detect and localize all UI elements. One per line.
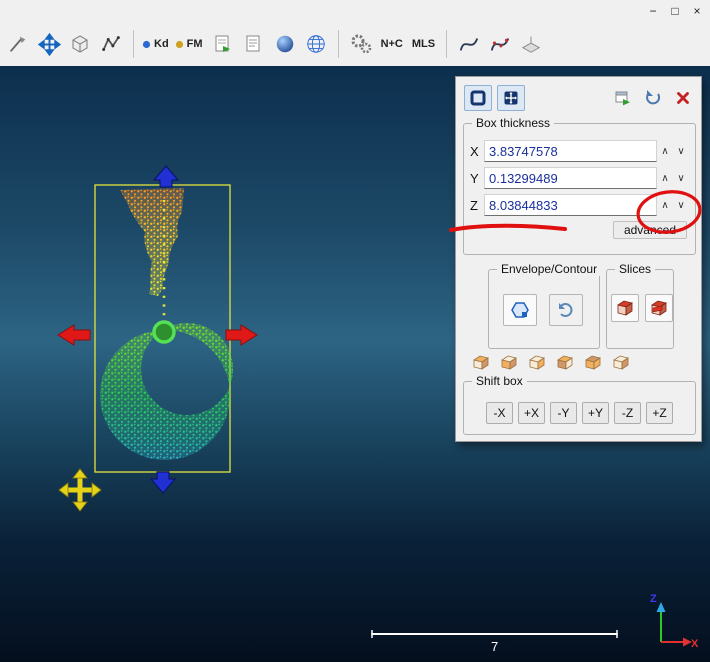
point-cloud-top-cluster xyxy=(120,188,184,296)
box-thickness-z-input[interactable] xyxy=(484,194,657,216)
axis-gizmo: Z X xyxy=(650,593,699,650)
export-doc-icon[interactable] xyxy=(209,28,237,60)
scale-bar-label: 7 xyxy=(491,639,498,654)
point-cloud-crescent xyxy=(100,323,233,460)
main-toolbar: Kd FM N+C MLS xyxy=(0,22,710,66)
view-preset-button-3[interactable] xyxy=(528,354,548,372)
slices-group: Slices xyxy=(606,269,674,349)
envelope-contour-group: Envelope/Contour xyxy=(488,269,600,349)
view-preset-button-2[interactable] xyxy=(500,354,520,372)
clear-contour-button[interactable] xyxy=(549,294,583,326)
panel-header-actions xyxy=(613,88,693,108)
normals-compute-icon[interactable]: N+C xyxy=(378,28,406,60)
application-window: − □ × Kd FM xyxy=(0,0,710,662)
thickness-row-z: Z ∧ ∨ xyxy=(470,193,689,217)
z-spin-down-button[interactable]: ∨ xyxy=(673,195,689,215)
toolbar-separator xyxy=(133,30,134,58)
extract-multiple-slices-button[interactable] xyxy=(645,294,673,322)
scale-bar: 7 xyxy=(372,630,617,654)
shift-minus-z-button[interactable]: -Z xyxy=(614,402,641,424)
advanced-button[interactable]: advanced xyxy=(613,221,687,239)
shift-box-group: Shift box -X +X -Y +Y -Z +Z xyxy=(463,381,696,435)
shift-plus-y-button[interactable]: +Y xyxy=(582,402,609,424)
z-axis-label: Z xyxy=(470,198,484,213)
gears-icon[interactable] xyxy=(347,28,375,60)
y-axis-label: Y xyxy=(470,171,484,186)
view-preset-button-4[interactable] xyxy=(556,354,576,372)
clipping-box-tool-icon[interactable] xyxy=(66,28,94,60)
box-thickness-group: Box thickness X ∧ ∨ Y ∧ ∨ Z ∧ xyxy=(463,123,696,255)
view-preset-button-1[interactable] xyxy=(472,354,492,372)
arrow-left-handle[interactable] xyxy=(58,325,90,345)
sphere-icon[interactable] xyxy=(271,28,299,60)
translate-tool-icon[interactable] xyxy=(35,28,63,60)
slice-view-presets xyxy=(472,354,632,372)
close-window-button[interactable]: × xyxy=(687,3,707,20)
curve-sample-icon[interactable] xyxy=(486,28,514,60)
shift-minus-y-button[interactable]: -Y xyxy=(550,402,577,424)
shift-minus-x-button[interactable]: -X xyxy=(486,402,513,424)
shift-box-title: Shift box xyxy=(472,374,527,388)
shift-plus-z-button[interactable]: +Z xyxy=(646,402,673,424)
axis-z-label: Z xyxy=(650,593,657,605)
close-panel-icon[interactable] xyxy=(673,88,693,108)
export-box-icon[interactable] xyxy=(613,88,633,108)
polyline-tool-icon[interactable] xyxy=(97,28,125,60)
box-thickness-title: Box thickness xyxy=(472,116,554,130)
x-spin-down-button[interactable]: ∨ xyxy=(673,141,689,161)
ascii-doc-icon[interactable] xyxy=(240,28,268,60)
envelope-contour-title: Envelope/Contour xyxy=(497,262,601,276)
kd-tree-icon[interactable]: Kd xyxy=(142,28,172,60)
extract-contour-button[interactable] xyxy=(503,294,537,326)
z-spin-up-button[interactable]: ∧ xyxy=(657,195,673,215)
extract-slice-button[interactable] xyxy=(611,294,639,322)
cross-section-panel: Box thickness X ∧ ∨ Y ∧ ∨ Z ∧ xyxy=(455,76,702,442)
panel-header xyxy=(464,85,693,111)
thickness-row-y: Y ∧ ∨ xyxy=(470,166,689,190)
arrow-up-handle[interactable] xyxy=(154,166,178,187)
y-spin-down-button[interactable]: ∨ xyxy=(673,168,689,188)
window-controls: − □ × xyxy=(643,3,710,20)
axis-x-label: X xyxy=(691,638,699,650)
fm-icon[interactable]: FM xyxy=(175,28,206,60)
y-spin-up-button[interactable]: ∧ xyxy=(657,168,673,188)
slices-title: Slices xyxy=(615,262,655,276)
minimize-button[interactable]: − xyxy=(643,3,663,20)
shift-plus-x-button[interactable]: +X xyxy=(518,402,545,424)
show-interactors-button[interactable] xyxy=(497,85,525,111)
titlebar: − □ × xyxy=(0,0,710,22)
view-preset-button-6[interactable] xyxy=(612,354,632,372)
maximize-button[interactable]: □ xyxy=(665,3,685,20)
x-spin-up-button[interactable]: ∧ xyxy=(657,141,673,161)
mls-icon[interactable]: MLS xyxy=(409,28,438,60)
arrow-down-handle[interactable] xyxy=(151,472,175,493)
toolbar-separator xyxy=(446,30,447,58)
curve-fit-icon[interactable] xyxy=(455,28,483,60)
segment-tool-icon[interactable] xyxy=(4,28,32,60)
center-sphere-handle[interactable] xyxy=(154,322,174,342)
thickness-row-x: X ∧ ∨ xyxy=(470,139,689,163)
globe-icon[interactable] xyxy=(302,28,330,60)
show-box-button[interactable] xyxy=(464,85,492,111)
box-thickness-y-input[interactable] xyxy=(484,167,657,189)
view-preset-button-5[interactable] xyxy=(584,354,604,372)
plane-fit-icon[interactable] xyxy=(517,28,545,60)
toolbar-separator xyxy=(338,30,339,58)
x-axis-label: X xyxy=(470,144,484,159)
box-thickness-x-input[interactable] xyxy=(484,140,657,162)
cross-translate-handle[interactable] xyxy=(59,469,101,511)
reset-icon[interactable] xyxy=(643,88,663,108)
